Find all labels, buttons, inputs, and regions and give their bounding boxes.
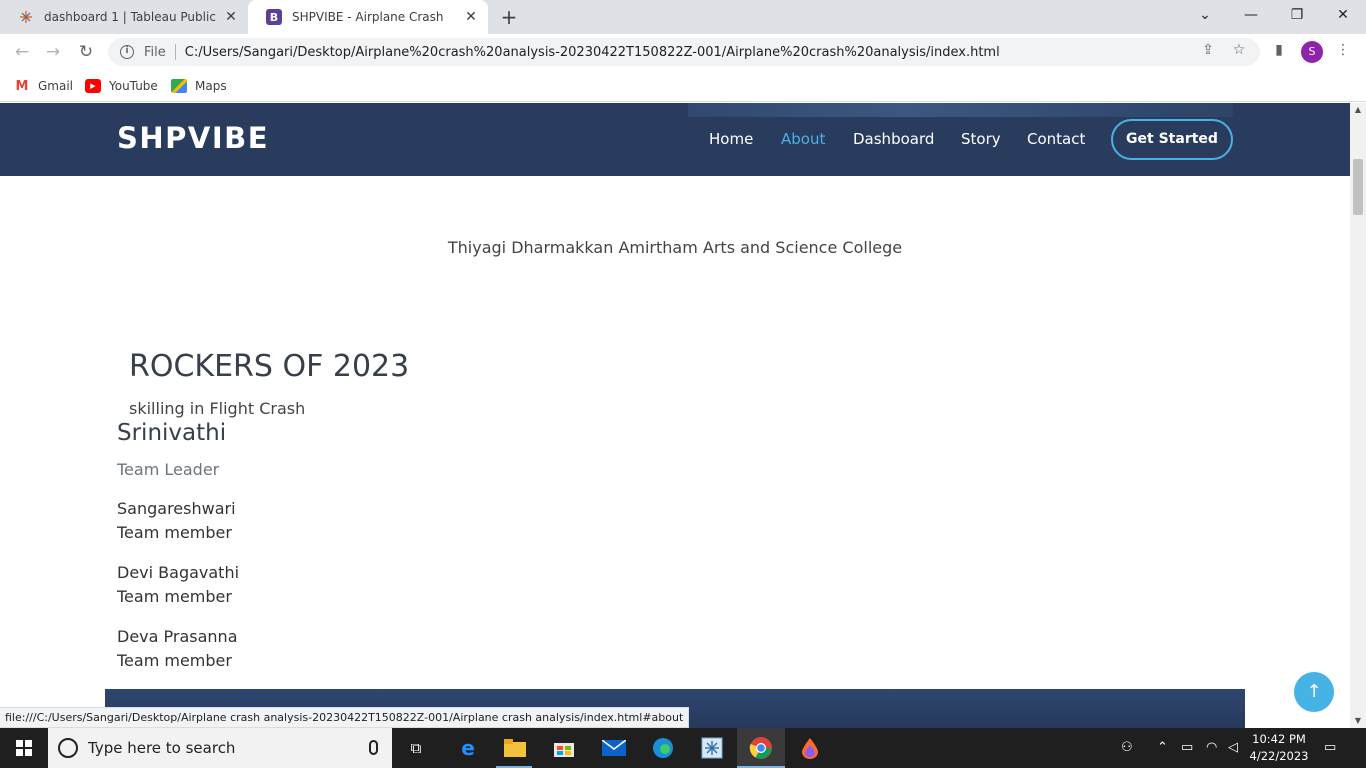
- url-text[interactable]: C:/Users/Sangari/Desktop/Airplane%20cras…: [185, 45, 1000, 60]
- close-window-button[interactable]: ✕: [1320, 0, 1366, 30]
- volume-icon[interactable]: ◁: [1228, 728, 1238, 768]
- show-hidden-icons-chevron-icon[interactable]: ⌃: [1157, 728, 1168, 768]
- url-scheme-label: File: [144, 44, 166, 60]
- member-name: Deva Prasanna: [117, 627, 238, 646]
- restore-button[interactable]: ❐: [1274, 0, 1320, 30]
- browser-tab-strip: dashboard 1 | Tableau Public ✕ B SHPVIBE…: [0, 0, 1366, 34]
- share-icon[interactable]: ⇪: [1199, 41, 1217, 59]
- leader-name: Srinivathi: [117, 420, 227, 446]
- nav-dashboard[interactable]: Dashboard: [853, 130, 934, 148]
- task-view-icon[interactable]: ⧉: [402, 734, 430, 762]
- nav-contact[interactable]: Contact: [1027, 130, 1085, 148]
- tab-tableau[interactable]: dashboard 1 | Tableau Public ✕: [0, 0, 248, 34]
- tab-title: SHPVIBE - Airplane Crash: [292, 10, 444, 24]
- tab-search-chevron-icon[interactable]: ⌄: [1182, 0, 1228, 30]
- bookmark-label: Maps: [195, 79, 227, 93]
- maps-icon: [171, 79, 187, 93]
- reload-icon[interactable]: ↻: [75, 41, 97, 63]
- edge-icon[interactable]: [649, 734, 677, 762]
- college-name: Thiyagi Dharmakkan Amirtham Arts and Sci…: [447, 238, 903, 257]
- people-icon[interactable]: ⚇: [1121, 728, 1133, 768]
- chrome-icon[interactable]: [747, 734, 775, 762]
- new-tab-button[interactable]: +: [498, 6, 520, 28]
- internet-explorer-icon[interactable]: e: [454, 734, 482, 762]
- forward-arrow-icon[interactable]: →: [42, 41, 64, 63]
- store-icon[interactable]: [550, 734, 578, 762]
- bookmark-star-icon[interactable]: ☆: [1230, 41, 1248, 59]
- cortana-icon: [58, 738, 78, 758]
- bootstrap-icon: B: [266, 9, 282, 25]
- snipping-tool-icon[interactable]: [698, 734, 726, 762]
- member-name: Sangareshwari: [117, 499, 236, 518]
- bookmark-label: Gmail: [38, 79, 74, 93]
- member-role: Team member: [117, 651, 232, 670]
- nav-story[interactable]: Story: [961, 130, 1001, 148]
- tab-shpvibe[interactable]: B SHPVIBE - Airplane Crash ✕: [248, 0, 488, 34]
- bookmarks-bar: M Gmail ▶ YouTube Maps: [0, 70, 1366, 102]
- address-bar[interactable]: i File C:/Users/Sangari/Desktop/Airplane…: [108, 38, 1260, 66]
- microphone-icon[interactable]: [369, 740, 378, 755]
- nav-about[interactable]: About: [781, 130, 825, 148]
- back-to-top-button[interactable]: ↑: [1294, 672, 1334, 712]
- site-header: SHPVIBE Home About Dashboard Story Conta…: [0, 103, 1350, 176]
- bookmark-youtube[interactable]: ▶ YouTube: [85, 76, 158, 96]
- start-button[interactable]: [0, 728, 48, 768]
- scrollbar-thumb[interactable]: [1353, 159, 1363, 215]
- member-role: Team member: [117, 587, 232, 606]
- tableau-icon: [18, 9, 34, 25]
- gmail-icon: M: [15, 78, 29, 94]
- header-decoration: [688, 103, 1233, 117]
- leader-role: Team Leader: [117, 460, 220, 479]
- bookmark-maps[interactable]: Maps: [171, 76, 227, 96]
- paint-drop-icon[interactable]: [796, 734, 824, 762]
- member-name: Devi Bagavathi: [117, 563, 240, 582]
- address-divider: [174, 44, 176, 60]
- tab-title: dashboard 1 | Tableau Public: [44, 10, 216, 24]
- browser-toolbar: ← → ↻ i File C:/Users/Sangari/Desktop/Ai…: [0, 34, 1366, 70]
- minimize-button[interactable]: —: [1228, 0, 1274, 30]
- get-started-button[interactable]: Get Started: [1111, 119, 1233, 160]
- clock-time: 10:42 PM: [1252, 732, 1306, 746]
- notifications-icon[interactable]: ▭: [1324, 728, 1336, 768]
- close-tab-icon[interactable]: ✕: [464, 10, 478, 24]
- site-info-icon[interactable]: i: [120, 45, 134, 59]
- status-bar-url: file:///C:/Users/Sangari/Desktop/Airplan…: [0, 707, 690, 728]
- battery-icon[interactable]: ▭: [1181, 728, 1193, 768]
- windows-logo-icon: [16, 740, 32, 756]
- search-placeholder: Type here to search: [88, 739, 236, 757]
- system-clock[interactable]: 10:42 PM 4/22/2023: [1246, 731, 1312, 765]
- scroll-down-arrow-icon[interactable]: ▼: [1350, 714, 1366, 728]
- windows-taskbar: Type here to search ⧉ e ⚇ ⌃ ▭ ◠ ◁ 10:42 …: [0, 728, 1366, 768]
- page-viewport: SHPVIBE Home About Dashboard Story Conta…: [0, 103, 1350, 728]
- menu-dots-icon[interactable]: ⋮: [1334, 41, 1352, 59]
- team-subtitle: skilling in Flight Crash: [129, 399, 306, 418]
- bookmark-label: YouTube: [109, 79, 158, 93]
- wifi-icon[interactable]: ◠: [1206, 728, 1217, 768]
- mail-icon[interactable]: [600, 734, 628, 762]
- youtube-icon: ▶: [85, 79, 101, 93]
- bookmark-gmail[interactable]: M Gmail: [14, 76, 73, 96]
- clock-date: 4/22/2023: [1249, 749, 1309, 763]
- nav-home[interactable]: Home: [709, 130, 753, 148]
- page-scrollbar[interactable]: ▲ ▼: [1350, 103, 1366, 728]
- side-panel-icon[interactable]: ▮: [1270, 41, 1288, 59]
- back-arrow-icon[interactable]: ←: [11, 41, 33, 63]
- scroll-up-arrow-icon[interactable]: ▲: [1350, 103, 1366, 117]
- taskbar-search-box[interactable]: Type here to search: [48, 728, 392, 768]
- file-explorer-icon[interactable]: [501, 734, 529, 762]
- team-title: ROCKERS OF 2023: [129, 349, 410, 384]
- close-tab-icon[interactable]: ✕: [224, 10, 238, 24]
- profile-avatar[interactable]: S: [1301, 41, 1323, 63]
- site-logo[interactable]: SHPVIBE: [117, 121, 269, 155]
- member-role: Team member: [117, 523, 232, 542]
